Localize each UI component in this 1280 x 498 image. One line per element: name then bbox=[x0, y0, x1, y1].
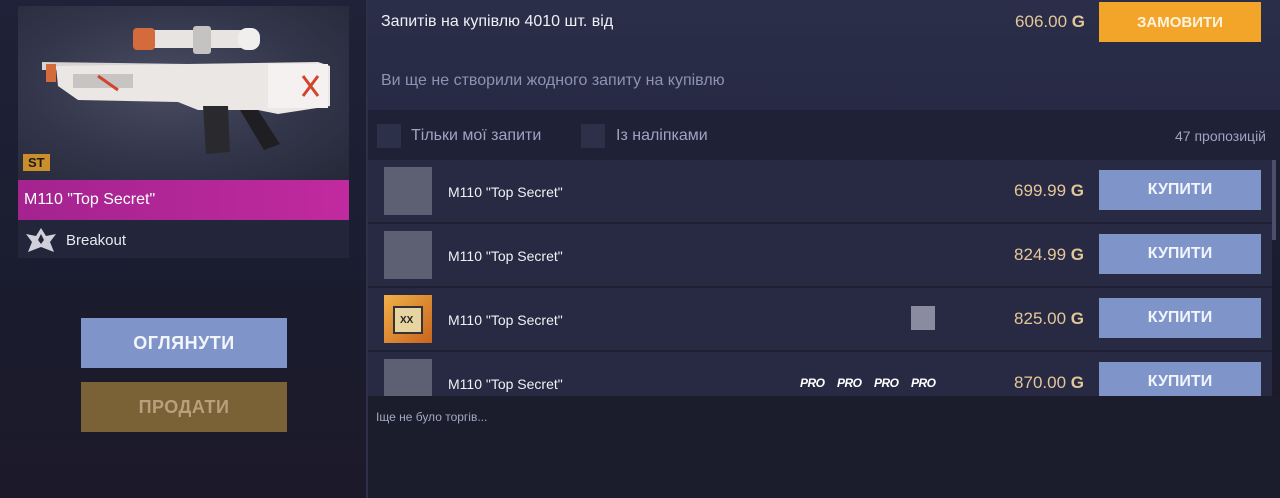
buy-orders-header: Запитів на купівлю 4010 шт. від 606.00 G… bbox=[368, 0, 1280, 110]
listing-thumbnail bbox=[384, 359, 432, 396]
item-panel: ST M110 "Top Secret" Breakout ОГЛЯНУТИ П… bbox=[0, 0, 366, 498]
sell-button[interactable]: ПРОДАТИ bbox=[81, 382, 287, 432]
listing-row: M110 "Top Secret" 824.99 G КУПИТИ bbox=[368, 224, 1272, 288]
listing-row: XX M110 "Top Secret" 825.00 G КУПИТИ bbox=[368, 288, 1272, 352]
buy-button[interactable]: КУПИТИ bbox=[1099, 170, 1261, 210]
gold-currency-icon: G bbox=[1070, 181, 1084, 200]
listing-price: 825.00 G bbox=[1014, 309, 1084, 329]
listing-thumbnail: XX bbox=[384, 295, 432, 343]
buy-button[interactable]: КУПИТИ bbox=[1099, 298, 1261, 338]
collection-info: Breakout bbox=[24, 224, 344, 256]
listing-row: M110 "Top Secret" 699.99 G КУПИТИ bbox=[368, 160, 1272, 224]
listing-thumbnail bbox=[384, 231, 432, 279]
gold-currency-icon: G bbox=[1070, 245, 1084, 264]
listing-price-value: 870.00 bbox=[1014, 373, 1067, 392]
item-name-bar: M110 "Top Secret" bbox=[18, 180, 349, 220]
listing-price: 699.99 G bbox=[1014, 181, 1084, 201]
collection-name: Breakout bbox=[66, 232, 127, 249]
filters-bar: Тільки мої запити Із наліпками 47 пропоз… bbox=[368, 110, 1280, 160]
item-name: M110 "Top Secret" bbox=[24, 191, 156, 208]
gold-currency-icon: G bbox=[1070, 373, 1084, 392]
listing-price-value: 825.00 bbox=[1014, 309, 1067, 328]
trade-history-message: Іще не було торгів... bbox=[376, 410, 488, 424]
with-stickers-checkbox[interactable] bbox=[581, 124, 605, 148]
my-orders-label[interactable]: Тільки мої запити bbox=[411, 127, 541, 145]
buy-order-price-value: 606.00 bbox=[1015, 12, 1068, 31]
inspect-button[interactable]: ОГЛЯНУТИ bbox=[81, 318, 287, 368]
place-order-button[interactable]: ЗАМОВИТИ bbox=[1099, 2, 1261, 42]
market-panel: Запитів на купівлю 4010 шт. від 606.00 G… bbox=[368, 0, 1280, 498]
pro-sticker-icon: PRO bbox=[911, 376, 936, 390]
with-stickers-label[interactable]: Із наліпками bbox=[616, 127, 708, 145]
svg-text:XX: XX bbox=[400, 315, 414, 326]
trade-history: Іще не було торгів... bbox=[368, 398, 1280, 498]
listing-title: M110 "Top Secret" bbox=[448, 248, 563, 264]
no-orders-message: Ви ще не створили жодного запиту на купі… bbox=[381, 72, 725, 89]
gold-currency-icon: G bbox=[1071, 12, 1085, 31]
listing-price: 870.00 G bbox=[1014, 373, 1084, 393]
listing-thumbnail bbox=[384, 167, 432, 215]
my-orders-checkbox[interactable] bbox=[377, 124, 401, 148]
listings-scrollbar[interactable] bbox=[1272, 160, 1276, 240]
pro-sticker-icon: PRO bbox=[874, 376, 899, 390]
sticker-icon: XX bbox=[393, 306, 423, 334]
buy-button[interactable]: КУПИТИ bbox=[1099, 234, 1261, 274]
weapon-image: ST bbox=[18, 6, 349, 180]
pro-sticker-icon: PRO bbox=[800, 376, 825, 390]
item-card: ST M110 "Top Secret" Breakout bbox=[18, 6, 349, 258]
offers-count: 47 пропозицій bbox=[1174, 128, 1266, 144]
buy-button[interactable]: КУПИТИ bbox=[1099, 362, 1261, 396]
sticker-avatar-icon bbox=[911, 306, 935, 330]
listing-price: 824.99 G bbox=[1014, 245, 1084, 265]
listings-list: M110 "Top Secret" 699.99 G КУПИТИ M110 "… bbox=[368, 160, 1280, 396]
breakout-logo-icon bbox=[26, 228, 56, 252]
listing-row: M110 "Top Secret" PRO PRO PRO PRO 870.00… bbox=[368, 352, 1272, 396]
listing-price-value: 824.99 bbox=[1014, 245, 1067, 264]
listing-title: M110 "Top Secret" bbox=[448, 312, 563, 328]
rifle-icon bbox=[42, 26, 330, 154]
listing-title: M110 "Top Secret" bbox=[448, 184, 563, 200]
listing-title: M110 "Top Secret" bbox=[448, 376, 563, 392]
pro-sticker-icon: PRO bbox=[837, 376, 862, 390]
stattrak-badge: ST bbox=[23, 154, 50, 171]
buy-order-price: 606.00 G bbox=[1015, 12, 1085, 32]
gold-currency-icon: G bbox=[1070, 309, 1084, 328]
buy-orders-title: Запитів на купівлю 4010 шт. від bbox=[381, 13, 614, 30]
listing-price-value: 699.99 bbox=[1014, 181, 1067, 200]
